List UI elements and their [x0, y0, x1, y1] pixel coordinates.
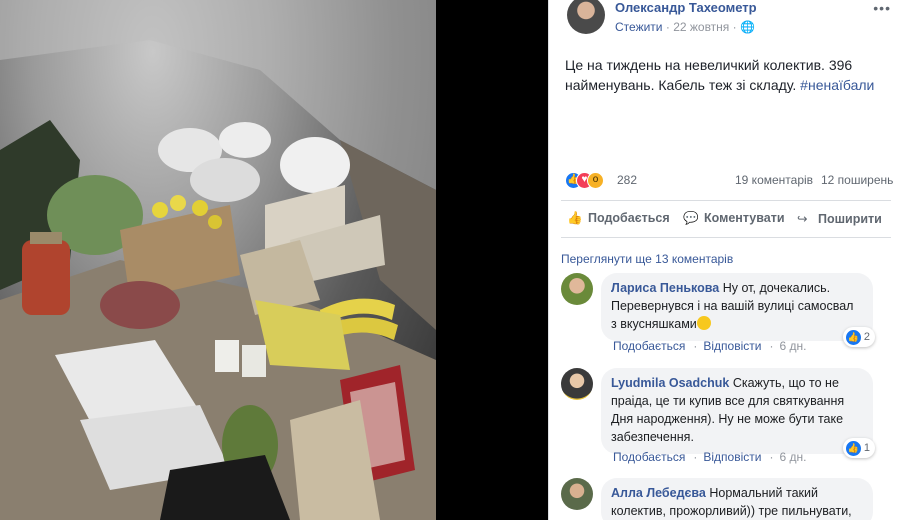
comment-button[interactable]: 💬 Коментувати: [683, 211, 785, 226]
comment-label: Коментувати: [704, 211, 785, 225]
comment-age[interactable]: 6 дн.: [779, 450, 806, 464]
comment-reaction-count: 2: [863, 331, 870, 343]
meta-separator-2: ·: [732, 20, 740, 34]
comment-reactions[interactable]: 👍 2: [842, 327, 875, 347]
post-sidebar: Олександр Тахеометр Стежити · 22 жовтня …: [548, 0, 899, 520]
post-meta: Стежити · 22 жовтня · 🌐: [615, 20, 755, 34]
footer-dot: ·: [769, 450, 774, 464]
post-date[interactable]: 22 жовтня: [673, 20, 729, 34]
globe-icon: 🌐: [740, 20, 755, 34]
view-more-comments-link[interactable]: Переглянути ще 13 коментарів: [561, 252, 733, 266]
comments-count[interactable]: 19 коментарів: [735, 173, 813, 187]
share-label: Поширити: [818, 212, 882, 226]
photo-scene-illustration: [0, 0, 436, 520]
like-reaction-icon: 👍: [845, 440, 861, 456]
comment-footer: Подобається · Відповісти · 6 дн.: [613, 450, 806, 464]
footer-dot: ·: [769, 339, 774, 353]
thumbs-up-icon: 👍: [567, 211, 583, 225]
author-avatar[interactable]: [567, 0, 605, 34]
laughing-emoji-icon: [696, 316, 711, 330]
action-bar: 👍 Подобається 💬 Коментувати ↪ Поширити: [561, 200, 891, 238]
comment-footer: Подобається · Відповісти · 6 дн.: [613, 339, 806, 353]
comment-author[interactable]: Алла Лебедєва: [611, 486, 706, 500]
post-header: Олександр Тахеометр Стежити · 22 жовтня …: [563, 0, 893, 40]
reaction-count[interactable]: 282: [617, 173, 637, 187]
post-text: Це на тиждень на невеличкий колектив. 39…: [565, 55, 885, 95]
comment-like-link[interactable]: Подобається: [613, 339, 685, 353]
post-stats: 👍 ♥ o 282 19 коментарів 12 поширень: [565, 172, 895, 190]
photo-viewer: [0, 0, 548, 520]
commenter-avatar[interactable]: [561, 478, 593, 510]
like-label: Подобається: [588, 211, 670, 225]
hashtag-link[interactable]: #ненаїбали: [800, 77, 874, 93]
comment-bubble: Лариса Пенькова Ну от, дочекались. Перев…: [601, 273, 875, 347]
comment-reply-link[interactable]: Відповісти: [703, 450, 761, 464]
comment-bubble-icon: 💬: [683, 211, 699, 225]
like-button[interactable]: 👍 Подобається: [567, 211, 670, 226]
comment-like-link[interactable]: Подобається: [613, 450, 685, 464]
comment-bubble: Алла Лебедєва Нормальний такий колектив,…: [601, 478, 873, 520]
comment-reply-link[interactable]: Відповісти: [703, 339, 761, 353]
commenter-avatar[interactable]: [561, 273, 593, 305]
comment-age[interactable]: 6 дн.: [779, 339, 806, 353]
author-name[interactable]: Олександр Тахеометр: [615, 0, 757, 15]
share-arrow-icon: ↪: [797, 212, 808, 226]
comment-bubble: Lyudmila Osadchuk Скажуть, що то не праі…: [601, 368, 875, 458]
shares-count[interactable]: 12 поширень: [821, 173, 893, 187]
share-button[interactable]: ↪ Поширити: [797, 211, 882, 226]
more-options-icon[interactable]: •••: [873, 0, 891, 16]
commenter-avatar[interactable]: [561, 368, 593, 400]
like-reaction-icon: 👍: [845, 329, 861, 345]
comment-reactions[interactable]: 👍 1: [842, 438, 875, 458]
footer-dot: ·: [693, 450, 698, 464]
footer-dot: ·: [693, 339, 698, 353]
follow-link[interactable]: Стежити: [615, 20, 663, 34]
comment-author[interactable]: Лариса Пенькова: [611, 281, 719, 295]
comment-reaction-count: 1: [863, 442, 870, 454]
comment-author[interactable]: Lyudmila Osadchuk: [611, 376, 729, 390]
wow-reaction-icon: o: [587, 172, 604, 189]
post-photo[interactable]: [0, 0, 436, 520]
